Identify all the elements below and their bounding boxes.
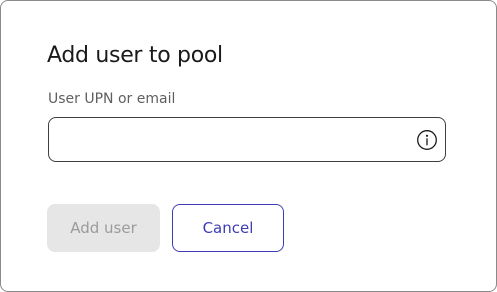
add-user-button[interactable]: Add user	[47, 204, 160, 252]
upn-email-label: User UPN or email	[48, 91, 176, 107]
add-user-dialog: Add user to pool User UPN or email Add u…	[0, 0, 497, 292]
dialog-title: Add user to pool	[47, 43, 223, 68]
info-icon[interactable]	[416, 129, 438, 151]
upn-email-input[interactable]	[59, 118, 409, 161]
upn-email-field[interactable]	[48, 117, 446, 162]
cancel-button[interactable]: Cancel	[172, 204, 284, 252]
